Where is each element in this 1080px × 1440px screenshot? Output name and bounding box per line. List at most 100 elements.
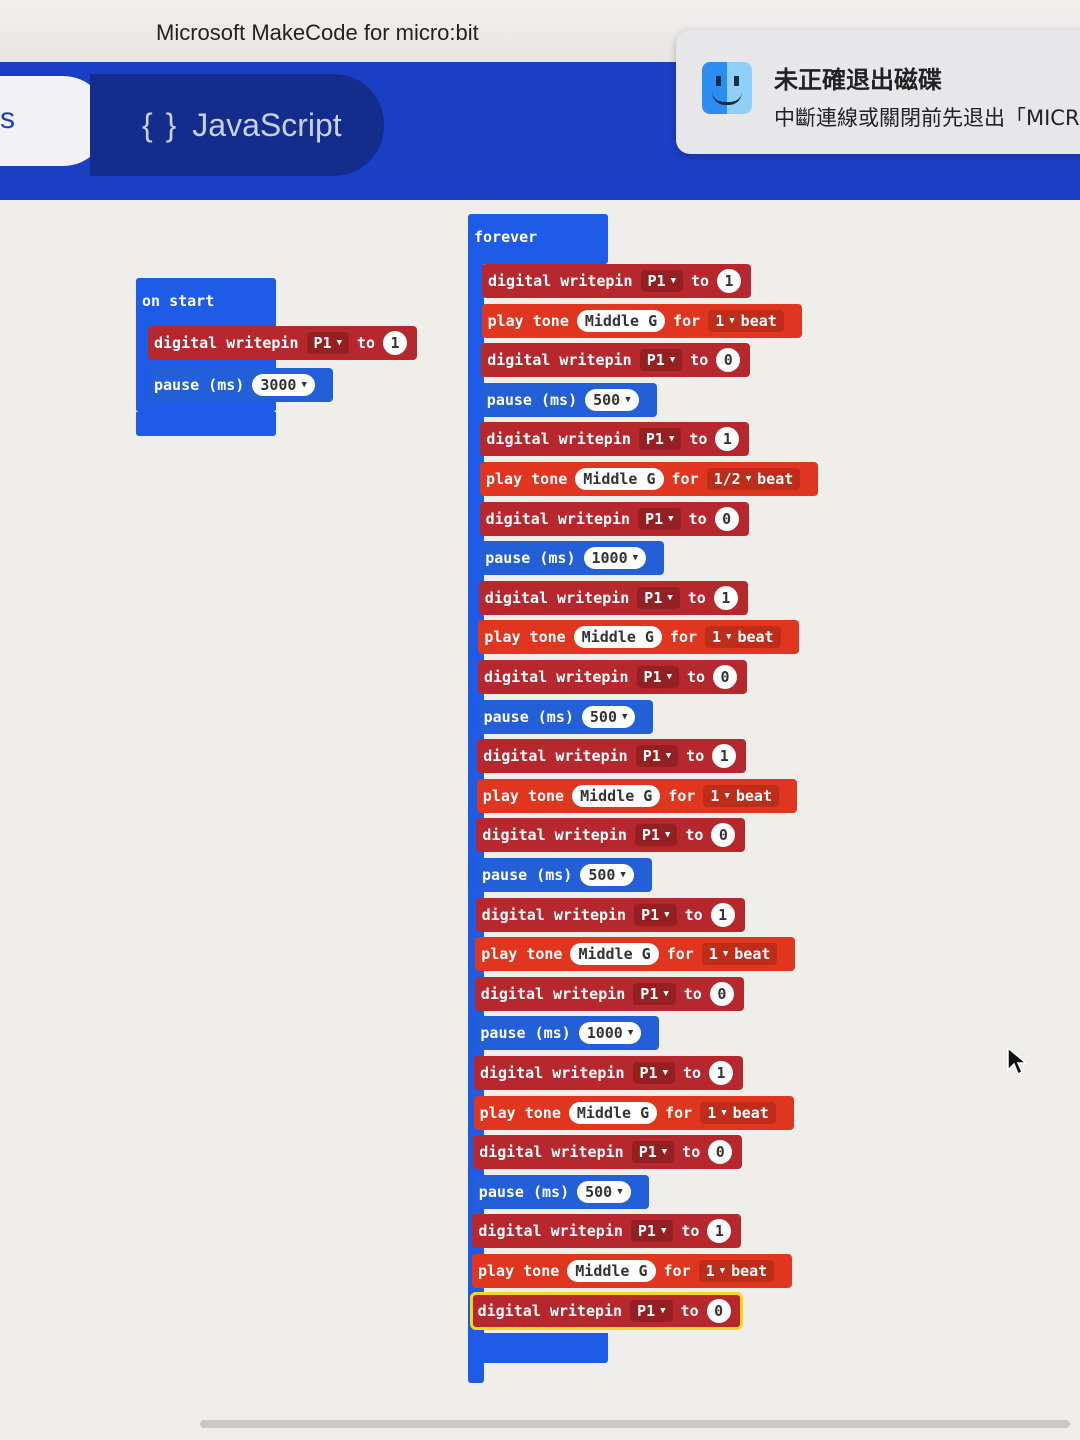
pause-duration-dropdown[interactable]: 1000 ▼ — [578, 1022, 642, 1045]
play-tone-block[interactable]: play tone Middle G for 1/2 ▼ beat — [480, 462, 819, 496]
beat-value: 1 — [712, 628, 722, 647]
note-picker[interactable]: Middle G — [568, 1101, 658, 1124]
beat-unit: beat — [737, 628, 774, 647]
pin-dropdown[interactable]: P1 ▼ — [631, 1141, 675, 1164]
pin-dropdown[interactable]: P1 ▼ — [640, 270, 683, 292]
play-tone-block[interactable]: play tone Middle G for 1 ▼ beat — [478, 620, 799, 655]
disk-eject-notification[interactable]: 未正確退出磁碟 中斷連線或關閉前先退出「MICR — [676, 30, 1080, 154]
pin-value-input[interactable]: 0 — [711, 823, 736, 848]
pause-block[interactable]: pause (ms) 1000 ▼ — [474, 1016, 660, 1051]
pause-duration-dropdown[interactable]: 1000 ▼ — [583, 547, 647, 570]
pause-duration-dropdown[interactable]: 500 ▼ — [577, 1180, 631, 1203]
note-picker[interactable]: Middle G — [576, 309, 666, 332]
pin-dropdown[interactable]: P1 ▼ — [630, 1299, 673, 1322]
chevron-down-icon: ▼ — [722, 949, 729, 960]
pin-dropdown[interactable]: P1 ▼ — [638, 507, 681, 530]
digital-writepin-block[interactable]: digital writepin P1 ▼ to 0 — [478, 660, 748, 694]
play-tone-block[interactable]: play tone Middle G for 1 ▼ beat — [476, 778, 797, 813]
pin-dropdown[interactable]: P1 ▼ — [637, 586, 680, 609]
digital-writepin-block[interactable]: digital writepin P1 ▼ to 1 — [148, 326, 418, 360]
pin-value-input[interactable]: 0 — [713, 665, 738, 689]
pause-block[interactable]: pause (ms) 500 ▼ — [472, 1174, 649, 1209]
pin-value: P1 — [637, 1222, 656, 1241]
chevron-down-icon: ▼ — [336, 338, 342, 348]
to-label: to — [687, 588, 706, 607]
play-tone-block[interactable]: play tone Middle G for 1 ▼ beat — [481, 303, 802, 338]
beat-dropdown[interactable]: 1 ▼ beat — [708, 309, 784, 332]
pause-block[interactable]: pause (ms) 1000 ▼ — [479, 541, 665, 576]
note-picker[interactable]: Middle G — [570, 943, 659, 966]
chevron-down-icon: ▼ — [661, 1147, 668, 1158]
digital-writepin-block[interactable]: digital writepin P1 ▼ to 1 — [482, 264, 752, 298]
digital-writepin-block[interactable]: digital writepin P1 ▼ to 0 — [481, 343, 751, 378]
block-keyword: play tone — [478, 1262, 560, 1280]
play-tone-block[interactable]: play tone Middle G for 1 ▼ beat — [475, 937, 796, 972]
pin-dropdown[interactable]: P1 ▼ — [634, 824, 678, 847]
pin-dropdown[interactable]: P1 ▼ — [630, 1220, 674, 1243]
beat-dropdown[interactable]: 1 ▼ beat — [703, 784, 779, 807]
pin-dropdown[interactable]: P1 ▼ — [633, 982, 676, 1005]
pin-value-input[interactable]: 1 — [717, 269, 742, 293]
play-tone-block[interactable]: play tone Middle G for 1 ▼ beat — [472, 1254, 793, 1288]
to-label: to — [685, 826, 704, 845]
pin-value-input[interactable]: 0 — [708, 1140, 733, 1165]
beat-dropdown[interactable]: 1 ▼ beat — [705, 626, 781, 649]
digital-writepin-block[interactable]: digital writepin P1 ▼ to 1 — [480, 422, 750, 457]
pause-block[interactable]: pause (ms) 500 ▼ — [476, 858, 652, 892]
pin-value-input[interactable]: 1 — [710, 902, 735, 927]
beat-unit: beat — [731, 1262, 768, 1280]
beat-dropdown[interactable]: 1 ▼ beat — [700, 1101, 776, 1124]
pin-value-input[interactable]: 0 — [714, 506, 739, 531]
digital-writepin-block[interactable]: digital writepin P1 ▼ to 1 — [474, 1056, 744, 1090]
pin-value-input[interactable]: 1 — [712, 744, 737, 769]
pin-value-input[interactable]: 0 — [709, 981, 734, 1006]
digital-writepin-block[interactable]: digital writepin P1 ▼ to 0 — [469, 1291, 743, 1330]
pin-dropdown[interactable]: P1 ▼ — [634, 903, 677, 926]
pin-value-input[interactable]: 1 — [715, 427, 740, 452]
workspace-horizontal-scrollbar[interactable] — [200, 1420, 1070, 1428]
pin-value-input[interactable]: 0 — [716, 348, 741, 373]
for-label: for — [673, 311, 701, 330]
pin-dropdown[interactable]: P1 ▼ — [632, 1062, 675, 1084]
pause-duration-dropdown[interactable]: 500 ▼ — [585, 388, 639, 411]
digital-writepin-block[interactable]: digital writepin P1 ▼ to 1 — [478, 580, 748, 615]
pin-dropdown[interactable]: P1 ▼ — [638, 428, 682, 451]
digital-writepin-block[interactable]: digital writepin P1 ▼ to 0 — [479, 501, 749, 536]
digital-writepin-block[interactable]: digital writepin P1 ▼ to 0 — [476, 818, 746, 853]
forever-block[interactable]: forever — [468, 214, 608, 264]
note-picker[interactable]: Middle G — [575, 468, 664, 490]
note-picker[interactable]: Middle G — [573, 626, 662, 649]
block-keyword: digital writepin — [483, 747, 628, 766]
pause-duration-dropdown[interactable]: 500 ▼ — [581, 705, 636, 728]
pause-block[interactable]: pause (ms) 500 ▼ — [477, 699, 654, 734]
note-picker[interactable]: Middle G — [572, 784, 661, 807]
beat-dropdown[interactable]: 1 ▼ beat — [701, 943, 778, 966]
pin-dropdown[interactable]: P1 ▼ — [635, 745, 679, 768]
pause-block[interactable]: pause (ms) 3000 ▼ — [148, 368, 333, 402]
pin-value-input[interactable]: 1 — [383, 331, 408, 355]
to-label: to — [690, 351, 709, 370]
beat-dropdown[interactable]: 1 ▼ beat — [698, 1260, 775, 1282]
pause-duration-dropdown[interactable]: 500 ▼ — [580, 864, 634, 886]
digital-writepin-block[interactable]: digital writepin P1 ▼ to 0 — [474, 976, 744, 1011]
digital-writepin-block[interactable]: digital writepin P1 ▼ to 1 — [472, 1214, 742, 1249]
beat-unit: beat — [735, 786, 772, 805]
pin-dropdown[interactable]: P1 ▼ — [636, 666, 679, 688]
digital-writepin-block[interactable]: digital writepin P1 ▼ to 0 — [473, 1135, 743, 1170]
pause-duration-dropdown[interactable]: 3000 ▼ — [252, 374, 315, 396]
beat-dropdown[interactable]: 1/2 ▼ beat — [706, 468, 801, 490]
pin-value-input[interactable]: 1 — [713, 585, 738, 610]
tab-javascript[interactable]: { } JavaScript — [90, 74, 384, 176]
pin-value: P1 — [643, 668, 662, 686]
pin-value-input[interactable]: 0 — [706, 1298, 731, 1323]
pin-dropdown[interactable]: P1 ▼ — [639, 349, 683, 372]
digital-writepin-block[interactable]: digital writepin P1 ▼ to 1 — [475, 897, 745, 932]
digital-writepin-block[interactable]: digital writepin P1 ▼ to 1 — [477, 739, 747, 774]
note-picker[interactable]: Middle G — [567, 1260, 656, 1282]
pin-value-input[interactable]: 1 — [709, 1061, 734, 1085]
pause-block[interactable]: pause (ms) 500 ▼ — [480, 382, 657, 417]
pin-dropdown[interactable]: P1 ▼ — [306, 332, 349, 354]
pin-value-input[interactable]: 1 — [707, 1219, 732, 1244]
to-label: to — [682, 1064, 702, 1082]
play-tone-block[interactable]: play tone Middle G for 1 ▼ beat — [473, 1095, 794, 1130]
